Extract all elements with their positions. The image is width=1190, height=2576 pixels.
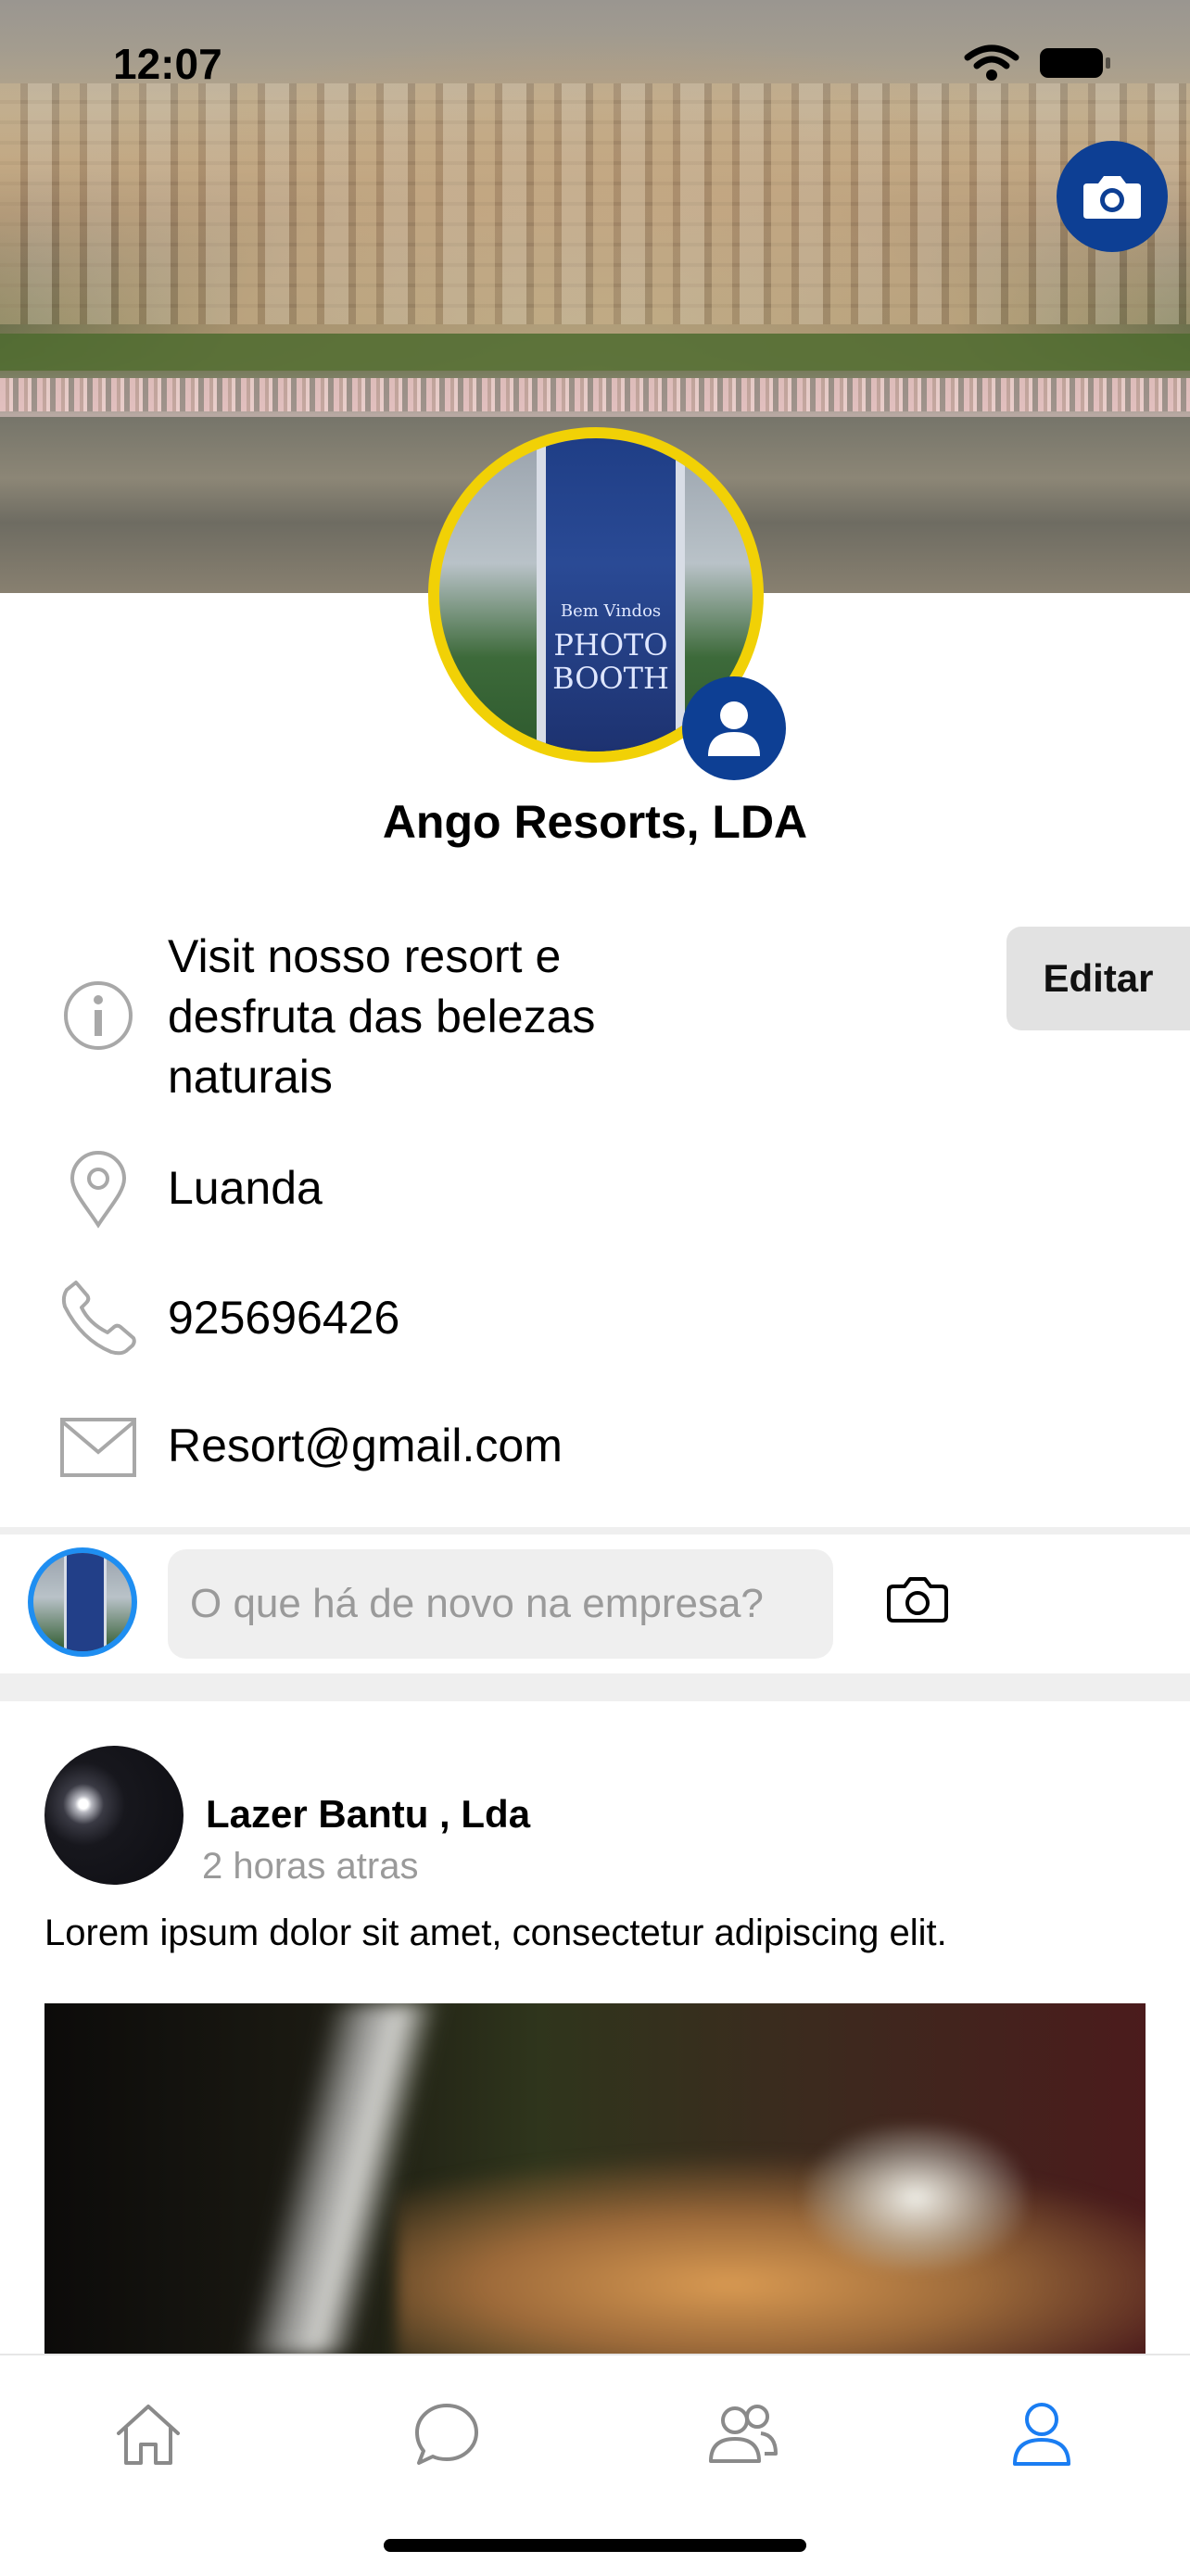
location-pin-icon	[59, 1151, 137, 1229]
composer-camera-button[interactable]	[886, 1575, 960, 1635]
mail-icon	[59, 1408, 137, 1486]
info-icon	[59, 977, 137, 1054]
cover-camera-button[interactable]	[1057, 141, 1168, 252]
person-icon	[708, 701, 760, 756]
photo-booth-graphic: Bem Vindos PHOTO BOOTH	[537, 438, 685, 751]
email-text: Resort@gmail.com	[168, 1420, 563, 1471]
location-row: Luanda	[0, 1149, 1190, 1232]
cover-grass	[0, 334, 1190, 371]
chat-icon	[415, 2404, 478, 2465]
change-avatar-button[interactable]	[682, 676, 786, 780]
tab-profile[interactable]	[1000, 2393, 1083, 2476]
profile-icon	[1013, 2403, 1070, 2466]
description-line-1: Visit nosso resort e	[168, 930, 562, 982]
email-row: Resort@gmail.com	[0, 1407, 1190, 1490]
post-text: Lorem ipsum dolor sit amet, consectetur …	[44, 1913, 947, 1953]
tab-chat[interactable]	[405, 2393, 488, 2476]
post-image[interactable]	[44, 2003, 1146, 2355]
section-divider	[0, 1673, 1190, 1701]
camera-icon	[1083, 176, 1141, 219]
post-time: 2 horas atras	[202, 1846, 419, 1887]
divider	[0, 1527, 1190, 1534]
home-indicator	[384, 2539, 806, 2552]
camera-outline-icon	[887, 1577, 948, 1623]
description-line-3: naturais	[168, 1051, 333, 1103]
phone-icon	[59, 1279, 137, 1357]
booth-welcome-text: Bem Vindos	[560, 601, 662, 621]
post-author[interactable]: Lazer Bantu , Lda	[206, 1792, 530, 1837]
cover-flamingos	[0, 378, 1190, 411]
people-icon	[709, 2405, 778, 2463]
phone-row: 925696426	[0, 1279, 1190, 1362]
wifi-icon	[964, 44, 1019, 81]
tab-people[interactable]	[702, 2393, 785, 2476]
battery-icon	[1040, 48, 1110, 78]
description-line-2: desfruta das belezas	[168, 991, 596, 1042]
location-text: Luanda	[168, 1162, 323, 1214]
post-author-avatar[interactable]	[44, 1746, 184, 1885]
cover-houses	[0, 83, 1190, 324]
edit-button[interactable]: Editar	[1006, 927, 1190, 1030]
composer-input[interactable]	[168, 1549, 833, 1659]
company-name: Ango Resorts, LDA	[382, 796, 808, 848]
booth-booth-text: BOOTH	[552, 661, 669, 696]
tab-home[interactable]	[107, 2393, 190, 2476]
status-time: 12:07	[113, 40, 222, 88]
status-icons	[964, 44, 1112, 82]
composer-avatar	[28, 1547, 137, 1657]
home-icon	[117, 2405, 180, 2465]
phone-text: 925696426	[168, 1292, 400, 1344]
booth-photo-text: PHOTO	[553, 627, 668, 663]
